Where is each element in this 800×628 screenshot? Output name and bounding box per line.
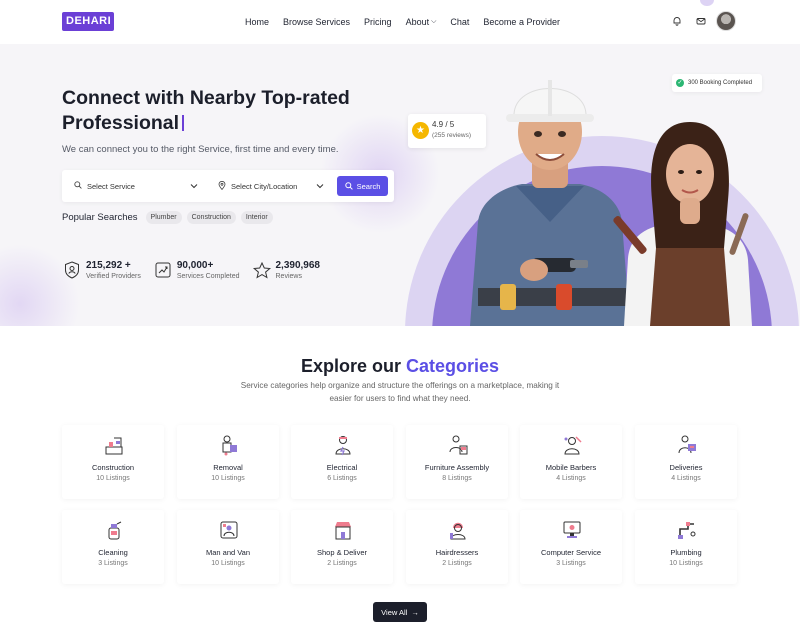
explore-title: Explore our Categories <box>300 356 500 376</box>
category-card-deliveries[interactable]: Deliveries 4 Listings <box>635 425 737 499</box>
service-select[interactable]: Select Service <box>74 170 212 202</box>
decorative-circle <box>700 0 714 6</box>
search-icon <box>344 182 353 190</box>
main-menu: Home Browse Services Pricing About ⌵ Chat… <box>245 0 574 44</box>
stat-reviews: 2,390,968 Reviews <box>252 260 321 282</box>
stat-services-completed: 90,000+ Services Completed <box>153 260 240 282</box>
nav-about[interactable]: About ⌵ <box>406 17 437 27</box>
barber-icon <box>564 436 582 455</box>
decorative-blob <box>0 244 80 326</box>
category-card-electrical[interactable]: Electrical 6 Listings <box>291 425 393 499</box>
hero-title: Connect with Nearby Top-rated Profession… <box>62 87 350 134</box>
category-card-hairdressers[interactable]: Hairdressers 2 Listings <box>406 510 508 584</box>
stat-label: Services Completed <box>176 273 240 280</box>
popular-chip-construction[interactable]: Construction <box>186 211 236 224</box>
stat-verified-providers: 215,292 + Verified Providers <box>62 260 141 282</box>
popular-searches-label: Popular Searches <box>62 212 138 223</box>
removal-icon <box>222 435 237 456</box>
nav-become-provider[interactable]: Become a Provider <box>483 17 560 27</box>
top-navbar: DEHARI Home Browse Services Pricing Abou… <box>0 0 800 44</box>
booking-badge: ✓ 300 Booking Completed <box>672 74 762 92</box>
nav-pricing[interactable]: Pricing <box>364 17 392 27</box>
category-card-cleaning[interactable]: Cleaning 3 Listings <box>62 510 164 584</box>
delivery-icon <box>678 435 696 454</box>
hero-subtitle: We can connect you to the right Service,… <box>62 144 339 155</box>
hero-section: Connect with Nearby Top-rated Profession… <box>0 44 800 326</box>
electrician-icon <box>335 436 351 456</box>
rating-reviews: (255 reviews) <box>432 132 472 139</box>
stat-value: 2,390,968 <box>275 260 321 271</box>
search-bar: Select Service Select City/Location Sear… <box>62 170 394 202</box>
category-card-furniture-assembly[interactable]: Furniture Assembly 8 Listings <box>406 425 508 499</box>
computer-icon <box>563 521 581 538</box>
search-icon <box>74 181 82 191</box>
explore-subtitle: Service categories help organize and str… <box>240 381 560 403</box>
chart-growth-icon <box>153 260 173 280</box>
stat-label: Reviews <box>275 273 302 280</box>
category-card-mobile-barbers[interactable]: Mobile Barbers 4 Listings <box>520 425 622 499</box>
shop-icon <box>335 522 351 540</box>
star-icon <box>252 260 272 280</box>
stat-value: 90,000+ <box>176 260 214 271</box>
rating-score: 4.9 / 5 <box>432 120 455 129</box>
text-cursor <box>182 115 185 131</box>
rating-card: ★ 4.9 / 5 (255 reviews) <box>408 114 486 148</box>
star-icon: ★ <box>412 122 429 139</box>
category-card-shop-and-deliver[interactable]: Shop & Deliver 2 Listings <box>291 510 393 584</box>
mail-icon[interactable] <box>692 12 710 30</box>
chevron-down-icon <box>190 182 198 191</box>
popular-chip-plumber[interactable]: Plumber <box>145 211 182 224</box>
chevron-down-icon <box>316 182 324 191</box>
location-select[interactable]: Select City/Location <box>218 170 328 202</box>
hairdresser-icon <box>450 522 466 540</box>
category-card-construction[interactable]: Construction 10 Listings <box>62 425 164 499</box>
check-circle-icon: ✓ <box>676 79 684 87</box>
popular-chip-interior[interactable]: Interior <box>240 211 273 224</box>
arrow-right-icon: → <box>411 607 419 617</box>
bell-icon[interactable] <box>668 12 686 30</box>
nav-browse-services[interactable]: Browse Services <box>283 17 350 27</box>
man-and-van-icon <box>220 521 238 539</box>
cleaning-icon <box>108 521 122 540</box>
furniture-assembly-icon <box>449 435 468 455</box>
user-avatar[interactable] <box>716 11 736 31</box>
nav-actions <box>668 11 736 31</box>
category-card-plumbing[interactable]: Plumbing 10 Listings <box>635 510 737 584</box>
search-button[interactable]: Search <box>337 176 388 196</box>
plumbing-icon <box>678 522 696 539</box>
nav-chat[interactable]: Chat <box>450 17 469 27</box>
category-card-removal[interactable]: Removal 10 Listings <box>177 425 279 499</box>
construction-icon <box>105 437 123 455</box>
view-all-button[interactable]: View All → <box>373 602 427 622</box>
category-card-man-and-van[interactable]: Man and Van 10 Listings <box>177 510 279 584</box>
stat-label: Verified Providers <box>86 273 141 280</box>
brand-logo[interactable]: DEHARI <box>62 12 114 31</box>
popular-searches: Popular Searches Plumber Construction In… <box>62 211 273 224</box>
nav-home[interactable]: Home <box>245 17 269 27</box>
location-pin-icon <box>218 180 226 192</box>
hero-workers-illustration <box>470 80 752 326</box>
hero-stats: 215,292 + Verified Providers 90,000+ Ser… <box>62 260 320 282</box>
category-card-computer-service[interactable]: Computer Service 3 Listings <box>520 510 622 584</box>
chevron-down-icon: ⌵ <box>431 18 437 25</box>
stat-value: 215,292 + <box>86 260 131 271</box>
shield-user-icon <box>62 260 82 280</box>
